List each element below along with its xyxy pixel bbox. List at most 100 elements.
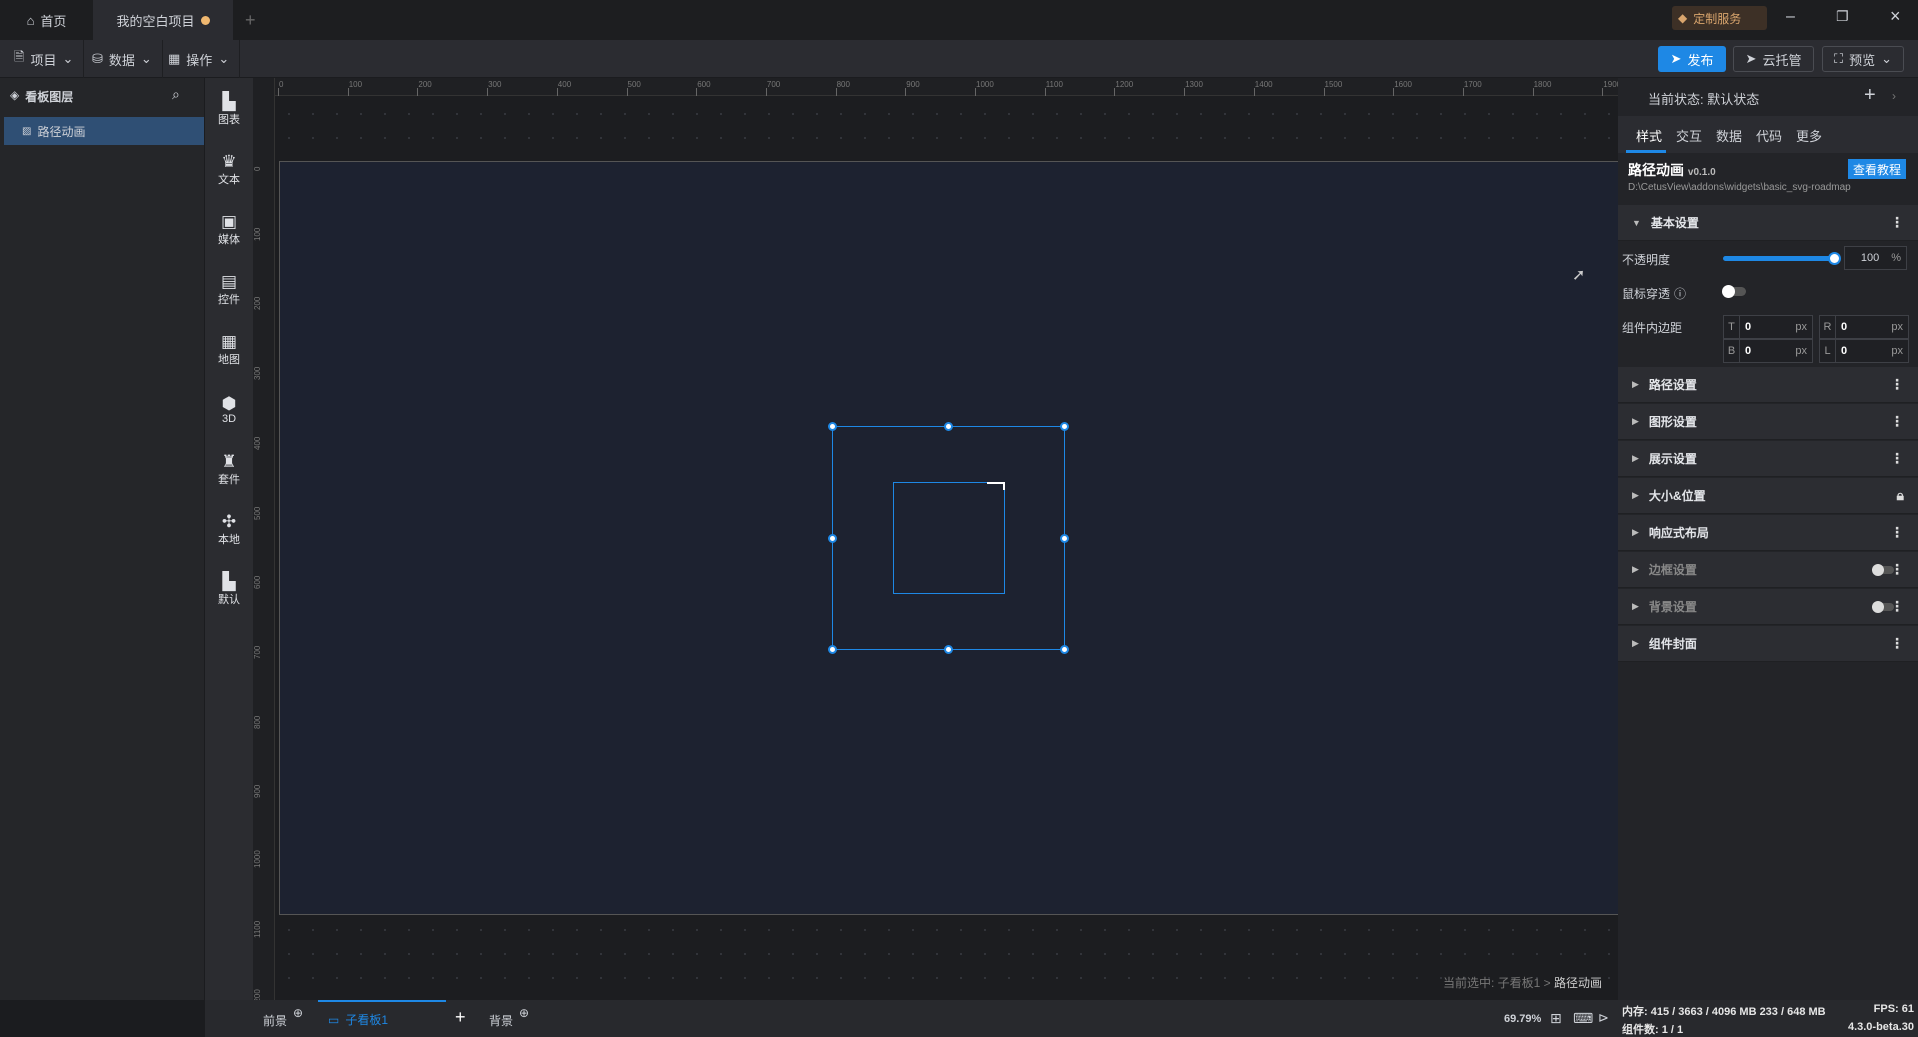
tutorial-button[interactable]: 查看教程	[1848, 159, 1906, 179]
ruler-tick-label: 400	[253, 436, 262, 450]
mouse-label: 鼠标穿透	[1622, 287, 1671, 301]
opacity-input[interactable]: 100%	[1844, 246, 1907, 270]
opacity-slider[interactable]	[1723, 252, 1841, 265]
resize-handle[interactable]	[828, 645, 837, 654]
home-tab[interactable]: ⌂ 首页	[0, 0, 93, 40]
triangle-right-icon: ▶	[1632, 638, 1639, 648]
ruler-tick	[556, 88, 558, 96]
file-icon: 🗎	[14, 49, 25, 64]
strip-shirt-button[interactable]: ♜ 套件	[205, 442, 253, 497]
strip-text-button[interactable]: ♛ 文本	[205, 142, 253, 197]
strip-chart-button[interactable]: ▙ 默认	[205, 562, 253, 617]
more-icon[interactable]: ⋮	[1890, 214, 1904, 231]
more-icon[interactable]: ⋮	[1890, 635, 1904, 652]
more-icon[interactable]: ⋮	[1890, 524, 1904, 541]
help-icon: ⓘ	[1674, 287, 1687, 301]
section-item[interactable]: ▶ 背景设置 ⋮	[1618, 589, 1918, 625]
keyboard-icon[interactable]: ⌨	[1573, 1010, 1593, 1027]
lock-icon[interactable]: 🔒︎	[1897, 487, 1904, 504]
triangle-right-icon: ▶	[1632, 601, 1639, 611]
padding-key: T	[1724, 316, 1740, 338]
control-icon: ▤	[220, 271, 238, 291]
strip-control-button[interactable]: ▤ 控件	[205, 262, 253, 317]
strip-map-button[interactable]: ▦ 地图	[205, 322, 253, 377]
resize-handle[interactable]	[944, 645, 953, 654]
selection-box[interactable]	[828, 422, 1069, 654]
resize-handle[interactable]	[1060, 422, 1069, 431]
padding-l-input[interactable]: L 0 px	[1819, 339, 1909, 363]
ruler-tick	[278, 88, 279, 96]
opacity-label: 不透明度	[1622, 253, 1671, 267]
restore-button[interactable]: ❐	[1836, 8, 1849, 25]
custom-service-button[interactable]: ◆ 定制服务	[1672, 6, 1767, 30]
operate-menu[interactable]: ▦ 操作 ⌄	[158, 40, 241, 78]
padding-b-input[interactable]: B 0 px	[1723, 339, 1813, 363]
tab-1[interactable]: 交互	[1676, 126, 1702, 145]
section-item[interactable]: ▶ 边框设置 ⋮	[1618, 552, 1918, 588]
ruler-tick	[487, 88, 489, 96]
section-item[interactable]: ▶ 路径设置 ⋮	[1618, 367, 1918, 403]
background-tab[interactable]: 背景 ⊕	[489, 1006, 529, 1029]
strip-puzzle-button[interactable]: ✣ 本地	[205, 502, 253, 557]
strip-media-button[interactable]: ▣ 媒体	[205, 202, 253, 257]
add-circle-icon[interactable]: ⊕	[519, 1006, 529, 1029]
padding-t-input[interactable]: T 0 px	[1723, 315, 1813, 339]
strip-label: 默认	[218, 593, 240, 606]
section-item[interactable]: ▶ 组件封面 ⋮	[1618, 626, 1918, 662]
foreground-tab[interactable]: 前景 ⊕	[263, 1006, 303, 1029]
resize-handle[interactable]	[1060, 534, 1069, 543]
ruler-tick-label: 100	[253, 227, 262, 241]
more-icon[interactable]: ⋮	[1890, 413, 1904, 430]
more-icon[interactable]: ⋮	[1890, 598, 1904, 615]
section-basic[interactable]: ▼ 基本设置 ⋮	[1618, 205, 1918, 241]
resize-handle[interactable]	[828, 534, 837, 543]
resize-handle[interactable]	[1060, 645, 1069, 654]
search-icon[interactable]: ⌕	[172, 86, 180, 103]
minimize-button[interactable]: –	[1786, 8, 1795, 26]
section-item[interactable]: ▶ 响应式布局 ⋮	[1618, 515, 1918, 551]
resize-handle[interactable]	[828, 422, 837, 431]
mouse-through-toggle[interactable]	[1722, 285, 1746, 298]
ruler-tick-label: 0	[279, 80, 284, 89]
project-tab[interactable]: 我的空白项目	[93, 0, 233, 40]
add-board-button[interactable]: +	[455, 1007, 466, 1028]
publish-button[interactable]: ➤ 发布	[1658, 46, 1726, 72]
tab-4[interactable]: 更多	[1796, 126, 1822, 145]
tab-2[interactable]: 数据	[1716, 126, 1742, 145]
terminal-icon[interactable]: ⊳	[1598, 1010, 1609, 1026]
padding-r-input[interactable]: R 0 px	[1819, 315, 1909, 339]
chevron-right-icon[interactable]: ›	[1892, 89, 1896, 103]
cloud-button[interactable]: ➤ 云托管	[1733, 46, 1814, 72]
strip-chart-button[interactable]: ▙ 图表	[205, 82, 253, 137]
resize-handle[interactable]	[944, 422, 953, 431]
slider-thumb[interactable]	[1828, 252, 1841, 265]
more-icon[interactable]: ⋮	[1890, 450, 1904, 467]
add-state-button[interactable]: +	[1864, 84, 1876, 107]
media-icon: ▣	[220, 211, 238, 231]
memory-status: 内存: 415 / 3663 / 4096 MB 233 / 648 MB	[1622, 1006, 1826, 1018]
section-item[interactable]: ▶ 图形设置 ⋮	[1618, 404, 1918, 440]
fit-screen-icon[interactable]: ⊞	[1550, 1010, 1562, 1027]
ruler-left: 0 100 200 300 400 500 600 700 800 900 1000 1100 1200	[253, 78, 275, 1007]
padding-value: 0	[1841, 321, 1848, 333]
add-circle-icon[interactable]: ⊕	[293, 1006, 303, 1029]
strip-cube-button[interactable]: ⬢ 3D	[205, 382, 253, 437]
tab-3[interactable]: 代码	[1756, 126, 1782, 145]
tab-0[interactable]: 样式	[1636, 126, 1662, 145]
layer-item[interactable]: ▨ 路径动画	[4, 117, 204, 145]
section-item[interactable]: ▶ 展示设置 ⋮	[1618, 441, 1918, 477]
close-button[interactable]: ×	[1890, 6, 1901, 27]
more-icon[interactable]: ⋮	[1890, 561, 1904, 578]
board-tab[interactable]: ▭ 子看板1	[318, 1000, 446, 1037]
project-menu[interactable]: 🗎 项目 ⌄	[4, 40, 85, 78]
widget-name-label: 路径动画	[1628, 162, 1684, 178]
widget-name: 路径动画 v0.1.0	[1628, 160, 1716, 180]
shirt-icon: ♜	[221, 451, 237, 471]
section-label: 组件封面	[1648, 637, 1697, 651]
project-tab-label: 我的空白项目	[116, 13, 195, 29]
section-item[interactable]: ▶ 大小&位置 🔒︎	[1618, 478, 1918, 514]
preview-button[interactable]: ⛶ 预览 ⌄	[1822, 46, 1904, 72]
more-icon[interactable]: ⋮	[1890, 376, 1904, 393]
data-menu[interactable]: ⛁ 数据 ⌄	[82, 40, 163, 78]
add-tab-button[interactable]: +	[245, 0, 256, 40]
